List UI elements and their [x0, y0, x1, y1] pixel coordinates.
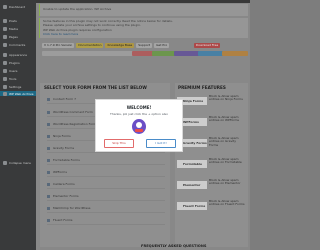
logo-base [135, 129, 143, 132]
welcome-modal: WELCOME! Thanks, plz just click the + op… [95, 99, 183, 152]
modal-subtitle: Thanks, plz just click the + option also [110, 112, 168, 116]
got-it-button[interactable]: I Got It! [146, 139, 176, 148]
skip-button[interactable]: Skip This [104, 139, 134, 148]
logo-face [136, 122, 142, 128]
modal-title: WELCOME! [126, 105, 152, 110]
plugin-logo-icon [132, 119, 146, 134]
